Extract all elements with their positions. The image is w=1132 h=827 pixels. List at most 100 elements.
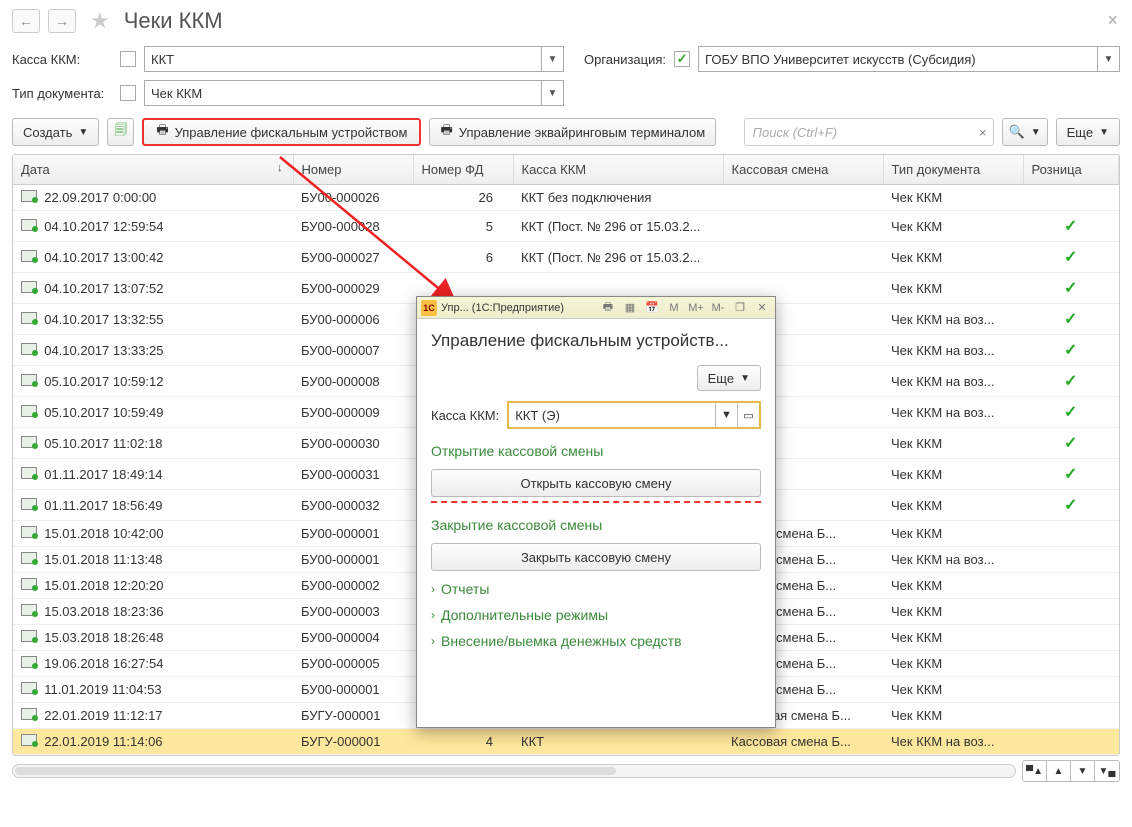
- copy-icon: 🗐: [114, 121, 127, 143]
- scroll-bottom-button[interactable]: ▼▄: [1095, 761, 1119, 781]
- close-icon[interactable]: ✕: [753, 300, 771, 316]
- more-button[interactable]: Еще ▼: [1056, 118, 1120, 146]
- terminal-icon: 🖶: [440, 121, 452, 143]
- col-date[interactable]: Дата↓: [13, 155, 293, 185]
- grid-icon[interactable]: ▦: [621, 300, 639, 316]
- document-icon: [21, 250, 37, 262]
- cash-inout-expander[interactable]: ›Внесение/выемка денежных средств: [431, 633, 761, 649]
- nav-forward-button[interactable]: →: [48, 9, 76, 33]
- check-icon: ✓: [1064, 466, 1077, 483]
- kassa-filter-label: Касса ККМ:: [12, 52, 112, 67]
- col-fd[interactable]: Номер ФД: [413, 155, 513, 185]
- horizontal-scrollbar[interactable]: [12, 764, 1016, 778]
- table-row[interactable]: 04.10.2017 13:00:42БУ00-0000276ККТ (Пост…: [13, 242, 1119, 273]
- doctype-filter-value: Чек ККМ: [151, 86, 202, 101]
- search-icon: 🔍: [1009, 124, 1025, 140]
- dropdown-icon[interactable]: ▼: [541, 47, 563, 71]
- document-icon: [21, 604, 37, 616]
- scroll-up-button[interactable]: ▲: [1047, 761, 1071, 781]
- acquiring-mgmt-label: Управление эквайринговым терминалом: [459, 125, 705, 140]
- m-plus-icon[interactable]: M+: [687, 300, 705, 316]
- chevron-right-icon: ›: [431, 582, 435, 596]
- dialog-heading: Управление фискальным устройств...: [417, 319, 775, 357]
- col-shift[interactable]: Кассовая смена: [723, 155, 883, 185]
- scroll-top-button[interactable]: ▀▲: [1023, 761, 1047, 781]
- document-icon: [21, 190, 37, 202]
- page-title: Чеки ККМ: [124, 8, 223, 34]
- kassa-filter-checkbox[interactable]: [120, 51, 136, 67]
- table-row[interactable]: 04.10.2017 12:59:54БУ00-0000285ККТ (Пост…: [13, 211, 1119, 242]
- document-icon: [21, 656, 37, 668]
- doctype-filter-checkbox[interactable]: [120, 85, 136, 101]
- dialog-more-button[interactable]: Еще ▼: [697, 365, 761, 391]
- dropdown-icon[interactable]: ▼: [715, 403, 737, 427]
- copy-button[interactable]: 🗐: [107, 118, 134, 146]
- col-number[interactable]: Номер: [293, 155, 413, 185]
- dropdown-icon[interactable]: ▼: [1097, 47, 1119, 71]
- create-button[interactable]: Создать ▼: [12, 118, 99, 146]
- table-row[interactable]: 22.09.2017 0:00:00БУ00-00002626ККТ без п…: [13, 185, 1119, 211]
- search-input[interactable]: Поиск (Ctrl+F) ×: [744, 118, 994, 146]
- nav-back-button[interactable]: ←: [12, 9, 40, 33]
- check-icon: ✓: [1064, 342, 1077, 359]
- col-retail[interactable]: Розница: [1023, 155, 1119, 185]
- doctype-filter-input[interactable]: Чек ККМ ▼: [144, 80, 564, 106]
- annotation-underline: [431, 501, 761, 503]
- dialog-kassa-input[interactable]: ККТ (Э) ▼ ▭: [507, 401, 761, 429]
- document-icon: [21, 343, 37, 355]
- org-filter-label: Организация:: [584, 52, 666, 67]
- reports-expander[interactable]: ›Отчеты: [431, 581, 761, 597]
- favorite-star-icon[interactable]: ★: [90, 8, 110, 34]
- app-1c-icon: 1C: [421, 300, 437, 316]
- clear-search-button[interactable]: ×: [979, 125, 987, 140]
- m-icon[interactable]: M: [665, 300, 683, 316]
- extra-modes-expander[interactable]: ›Дополнительные режимы: [431, 607, 761, 623]
- document-icon: [21, 312, 37, 324]
- chevron-right-icon: ›: [431, 608, 435, 622]
- m-minus-icon[interactable]: M-: [709, 300, 727, 316]
- document-icon: [21, 630, 37, 642]
- chevron-down-icon: ▼: [78, 127, 88, 138]
- print-icon[interactable]: 🖶: [599, 300, 617, 316]
- dialog-titlebar[interactable]: 1C Упр... (1С:Предприятие) 🖶 ▦ 📅 M M+ M-…: [417, 297, 775, 319]
- search-placeholder: Поиск (Ctrl+F): [753, 125, 838, 140]
- kassa-filter-input[interactable]: ККТ ▼: [144, 46, 564, 72]
- document-icon: [21, 219, 37, 231]
- sort-asc-icon: ↓: [277, 162, 283, 174]
- document-icon: [21, 374, 37, 386]
- close-shift-button[interactable]: Закрыть кассовую смену: [431, 543, 761, 571]
- col-kassa[interactable]: Касса ККМ: [513, 155, 723, 185]
- window-restore-icon[interactable]: ❐: [731, 300, 749, 316]
- table-row[interactable]: 22.01.2019 11:14:06БУГУ-0000014ККТКассов…: [13, 729, 1119, 755]
- check-icon: ✓: [1064, 249, 1077, 266]
- org-filter-checkbox[interactable]: ✓: [674, 51, 690, 67]
- check-icon: ✓: [1064, 311, 1077, 328]
- close-page-button[interactable]: ×: [1107, 10, 1118, 31]
- dialog-kassa-label: Касса ККМ:: [431, 408, 499, 423]
- chevron-down-icon: ▼: [1099, 127, 1109, 138]
- close-shift-section: Закрытие кассовой смены: [431, 517, 761, 533]
- check-icon: ✓: [1064, 373, 1077, 390]
- calendar-icon[interactable]: 📅: [643, 300, 661, 316]
- col-doctype[interactable]: Тип документа: [883, 155, 1023, 185]
- chevron-down-icon: ▼: [740, 373, 750, 384]
- open-ref-icon[interactable]: ▭: [737, 403, 759, 427]
- fiscal-mgmt-label: Управление фискальным устройством: [175, 125, 408, 140]
- document-icon: [21, 526, 37, 538]
- create-label: Создать: [23, 125, 72, 140]
- document-icon: [21, 734, 37, 746]
- fiscal-device-mgmt-button[interactable]: 🖶 Управление фискальным устройством: [142, 118, 421, 146]
- acquiring-terminal-mgmt-button[interactable]: 🖶 Управление эквайринговым терминалом: [429, 118, 716, 146]
- doctype-filter-label: Тип документа:: [12, 86, 112, 101]
- check-icon: ✓: [1064, 497, 1077, 514]
- check-icon: ✓: [1064, 218, 1077, 235]
- check-icon: ✓: [1064, 435, 1077, 452]
- open-shift-button[interactable]: Открыть кассовую смену: [431, 469, 761, 497]
- document-icon: [21, 405, 37, 417]
- dropdown-icon[interactable]: ▼: [541, 81, 563, 105]
- scroll-down-button[interactable]: ▼: [1071, 761, 1095, 781]
- org-filter-input[interactable]: ГОБУ ВПО Университет искусств (Субсидия)…: [698, 46, 1120, 72]
- chevron-down-icon: ▼: [1031, 127, 1041, 138]
- find-button[interactable]: 🔍 ▼: [1002, 118, 1048, 146]
- dialog-kassa-value: ККТ (Э): [515, 408, 560, 423]
